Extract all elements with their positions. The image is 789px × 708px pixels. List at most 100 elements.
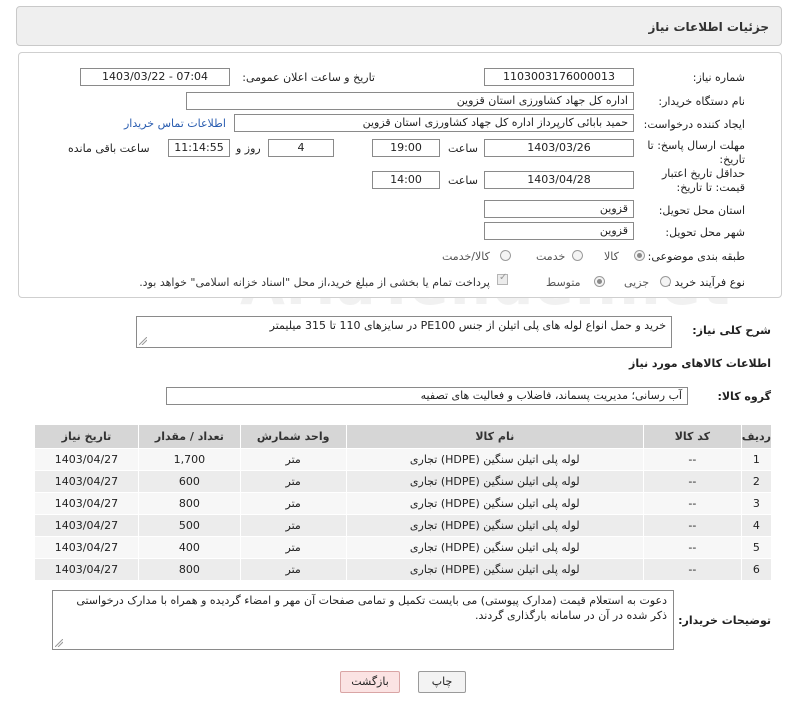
category-service-radio[interactable]: [572, 250, 583, 261]
description-label: شرح کلی نیاز:: [692, 324, 771, 337]
buyer-notes-label: توضیحات خریدار:: [678, 614, 771, 627]
price-validity-label: حداقل تاریخ اعتبار قیمت: تا تاریخ:: [661, 167, 745, 194]
goods-group-label: گروه کالا:: [717, 390, 771, 403]
cell-need-date: 1403/04/27: [34, 448, 139, 471]
cell-name: لوله پلی اتیلن سنگین (HDPE) تجاری: [345, 558, 644, 581]
cell-unit: متر: [239, 492, 347, 515]
province-label: استان محل تحویل:: [658, 204, 745, 217]
validity-date-field: 1403/04/28: [484, 171, 634, 189]
cell-row: 2: [740, 470, 773, 493]
page-header: جزئیات اطلاعات نیاز: [16, 6, 782, 46]
reply-date-field: 1403/03/26: [484, 139, 634, 157]
table-row: 3 -- لوله پلی اتیلن سنگین (HDPE) تجاری م…: [34, 492, 773, 515]
process-medium-label: متوسط: [546, 276, 581, 289]
cell-unit: متر: [239, 470, 347, 493]
city-field: قزوین: [484, 222, 634, 240]
cell-code: --: [642, 470, 742, 493]
cell-quantity: 500: [137, 514, 241, 537]
cell-quantity: 600: [137, 470, 241, 493]
cell-need-date: 1403/04/27: [34, 470, 139, 493]
cell-name: لوله پلی اتیلن سنگین (HDPE) تجاری: [345, 536, 644, 559]
resize-grip-icon[interactable]: [55, 639, 63, 647]
province-field: قزوین: [484, 200, 634, 218]
goods-section-title: اطلاعات کالاهای مورد نیاز: [629, 357, 771, 370]
cell-row: 6: [740, 558, 773, 581]
col-code: کد کالا: [642, 424, 742, 449]
description-content: خرید و حمل انواع لوله های پلی اتیلن از ج…: [269, 319, 666, 332]
cell-unit: متر: [239, 536, 347, 559]
cell-row: 4: [740, 514, 773, 537]
cell-unit: متر: [239, 514, 347, 537]
requester-field: حمید بابائی کارپرداز اداره کل جهاد کشاور…: [234, 114, 634, 132]
buyer-contact-link[interactable]: اطلاعات تماس خریدار: [124, 117, 226, 130]
buyer-notes-text: دعوت به استعلام قیمت (مدارک پیوستی) می ب…: [76, 594, 667, 622]
cell-unit: متر: [239, 448, 347, 471]
remaining-time-label: ساعت باقی مانده: [68, 142, 150, 155]
cell-quantity: 1,700: [137, 448, 241, 471]
buyer-org-field: اداره کل جهاد کشاورزی استان قزوین: [186, 92, 634, 110]
category-label: طبقه بندی موضوعی:: [647, 250, 745, 263]
cell-need-date: 1403/04/27: [34, 558, 139, 581]
goods-table: ردیف کد کالا نام کالا واحد شمارش تعداد /…: [34, 424, 773, 581]
announce-datetime-field: 1403/03/22 - 07:04: [80, 68, 230, 86]
col-unit: واحد شمارش: [239, 424, 347, 449]
buyer-notes-box: دعوت به استعلام قیمت (مدارک پیوستی) می ب…: [52, 590, 674, 650]
description-text: خرید و حمل انواع لوله های پلی اتیلن از ج…: [136, 316, 672, 348]
cell-unit: متر: [239, 558, 347, 581]
cell-need-date: 1403/04/27: [34, 514, 139, 537]
cell-name: لوله پلی اتیلن سنگین (HDPE) تجاری: [345, 514, 644, 537]
cell-code: --: [642, 536, 742, 559]
process-type-label: نوع فرآیند خرید :: [667, 276, 745, 289]
validity-time-field: 14:00: [372, 171, 440, 189]
announce-datetime-label: تاریخ و ساعت اعلان عمومی:: [242, 71, 375, 84]
buyer-org-label: نام دستگاه خریدار:: [658, 95, 745, 108]
category-goods-radio[interactable]: [634, 250, 645, 261]
print-button[interactable]: چاپ: [418, 671, 466, 693]
days-remaining-field: 4: [268, 139, 334, 157]
cell-quantity: 400: [137, 536, 241, 559]
cell-name: لوله پلی اتیلن سنگین (HDPE) تجاری: [345, 470, 644, 493]
cell-name: لوله پلی اتیلن سنگین (HDPE) تجاری: [345, 448, 644, 471]
cell-need-date: 1403/04/27: [34, 536, 139, 559]
category-goods-service-label: کالا/خدمت: [442, 250, 490, 263]
goods-group-field: آب رسانی؛ مدیریت پسماند، فاضلاب و فعالیت…: [166, 387, 688, 405]
cell-code: --: [642, 448, 742, 471]
back-button[interactable]: بازگشت: [340, 671, 400, 693]
process-medium-radio[interactable]: [594, 276, 605, 287]
category-goods-label: کالا: [604, 250, 619, 263]
table-row: 1 -- لوله پلی اتیلن سنگین (HDPE) تجاری م…: [34, 448, 773, 471]
need-number-label: شماره نیاز:: [692, 71, 745, 84]
col-row: ردیف: [740, 424, 773, 449]
table-row: 6 -- لوله پلی اتیلن سنگین (HDPE) تجاری م…: [34, 558, 773, 581]
reply-time-label: ساعت: [448, 142, 478, 155]
cell-code: --: [642, 492, 742, 515]
cell-name: لوله پلی اتیلن سنگین (HDPE) تجاری: [345, 492, 644, 515]
city-label: شهر محل تحویل:: [665, 226, 745, 239]
goods-table-header: ردیف کد کالا نام کالا واحد شمارش تعداد /…: [34, 424, 773, 449]
col-need-date: تاریخ نیاز: [34, 424, 139, 449]
page-title: جزئیات اطلاعات نیاز: [648, 20, 769, 34]
resize-grip-icon[interactable]: [139, 337, 147, 345]
treasury-payment-note: پرداخت تمام یا بخشی از مبلغ خرید،از محل …: [139, 276, 490, 289]
cell-row: 1: [740, 448, 773, 471]
requester-label: ایجاد کننده درخواست:: [643, 118, 745, 131]
treasury-payment-checkbox[interactable]: [497, 272, 508, 285]
cell-row: 3: [740, 492, 773, 515]
process-minor-label: جزیی: [624, 276, 650, 289]
process-minor-radio[interactable]: [660, 276, 671, 287]
table-row: 4 -- لوله پلی اتیلن سنگین (HDPE) تجاری م…: [34, 514, 773, 537]
cell-code: --: [642, 514, 742, 537]
cell-need-date: 1403/04/27: [34, 492, 139, 515]
category-goods-service-radio[interactable]: [500, 250, 511, 261]
need-number-field: 1103003176000013: [484, 68, 634, 86]
cell-quantity: 800: [137, 492, 241, 515]
reply-deadline-label: مهلت ارسال پاسخ: تا تاریخ:: [647, 139, 745, 166]
days-label: روز و: [236, 142, 261, 155]
remaining-time-field: 11:14:55: [168, 139, 230, 157]
table-row: 5 -- لوله پلی اتیلن سنگین (HDPE) تجاری م…: [34, 536, 773, 559]
cell-quantity: 800: [137, 558, 241, 581]
reply-time-field: 19:00: [372, 139, 440, 157]
cell-row: 5: [740, 536, 773, 559]
category-service-label: خدمت: [536, 250, 566, 263]
table-row: 2 -- لوله پلی اتیلن سنگین (HDPE) تجاری م…: [34, 470, 773, 493]
